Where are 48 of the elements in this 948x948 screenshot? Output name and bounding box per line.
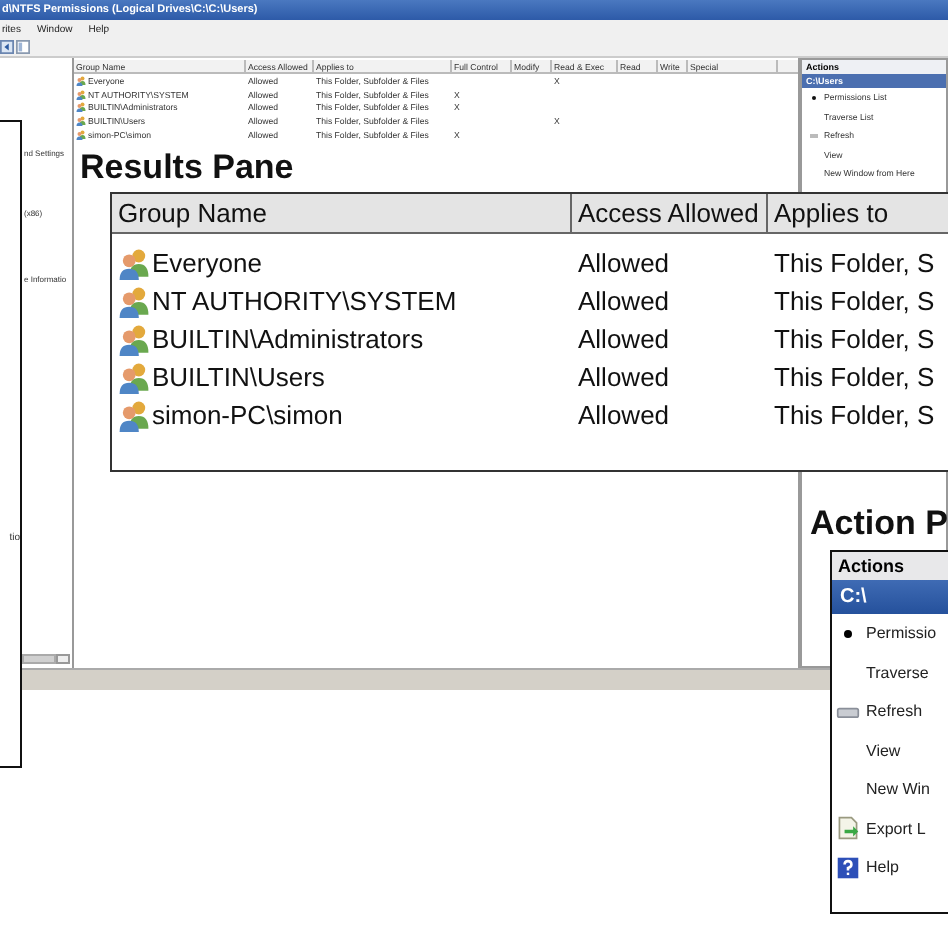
action-item[interactable]: Traverse bbox=[832, 653, 948, 692]
table-cell: simon-PC\simon bbox=[112, 396, 572, 434]
column-header[interactable]: Access Allowed bbox=[572, 194, 768, 232]
table-cell-text: Allowed bbox=[576, 246, 672, 282]
export-icon bbox=[836, 816, 860, 841]
action-label: Help bbox=[866, 858, 899, 877]
table-cell-text: Allowed bbox=[576, 360, 672, 396]
action-item[interactable]: Refresh bbox=[832, 692, 948, 731]
callout-title: Action P bbox=[810, 504, 948, 544]
action-item[interactable]: View bbox=[832, 731, 948, 770]
table-cell-text: Allowed bbox=[576, 398, 672, 434]
action-label: New Win bbox=[866, 780, 931, 799]
users-icon bbox=[118, 285, 150, 317]
action-label: View bbox=[866, 741, 901, 760]
users-icon bbox=[118, 399, 150, 431]
action-item[interactable]: Help bbox=[832, 848, 948, 887]
action-label: Permissio bbox=[866, 624, 937, 643]
users-icon bbox=[76, 116, 86, 127]
scrollbar[interactable] bbox=[20, 654, 70, 664]
action-label: Export L bbox=[866, 819, 926, 838]
table-cell: BUILTIN\Administrators bbox=[112, 320, 572, 358]
users-icon bbox=[118, 323, 150, 355]
table-cell-text: This Folder, S bbox=[772, 246, 937, 282]
pane-title: Actions bbox=[832, 552, 948, 580]
users-icon bbox=[76, 130, 86, 141]
table-cell-text: This Folder, S bbox=[772, 360, 937, 396]
back-icon[interactable] bbox=[0, 40, 14, 54]
column-header[interactable]: Applies to bbox=[768, 194, 948, 232]
table-cell-text: This Folder, S bbox=[772, 284, 937, 320]
action-label: Traverse bbox=[866, 663, 929, 682]
table-cell-text: This Folder, S bbox=[772, 322, 937, 358]
table-cell: BUILTIN\Users bbox=[112, 358, 572, 396]
users-icon bbox=[76, 75, 86, 86]
action-item[interactable]: Export L bbox=[832, 809, 948, 848]
table-cell-text: Allowed bbox=[576, 322, 672, 358]
table-cell-text: This Folder, S bbox=[772, 398, 937, 434]
users-icon bbox=[118, 247, 150, 279]
section-header[interactable]: C:\ bbox=[832, 580, 948, 614]
table-cell: Everyone bbox=[112, 244, 572, 282]
table-cell: NT AUTHORITY\SYSTEM bbox=[112, 282, 572, 320]
pane-icon[interactable] bbox=[16, 40, 30, 54]
column-header[interactable]: Group Name bbox=[112, 194, 572, 232]
table-cell-text: Allowed bbox=[576, 284, 672, 320]
help-icon bbox=[836, 855, 860, 880]
action-item[interactable]: New Win bbox=[832, 770, 948, 809]
action-label: Refresh bbox=[866, 702, 923, 721]
action-item[interactable]: Permissio bbox=[832, 614, 948, 653]
users-icon bbox=[118, 361, 150, 393]
